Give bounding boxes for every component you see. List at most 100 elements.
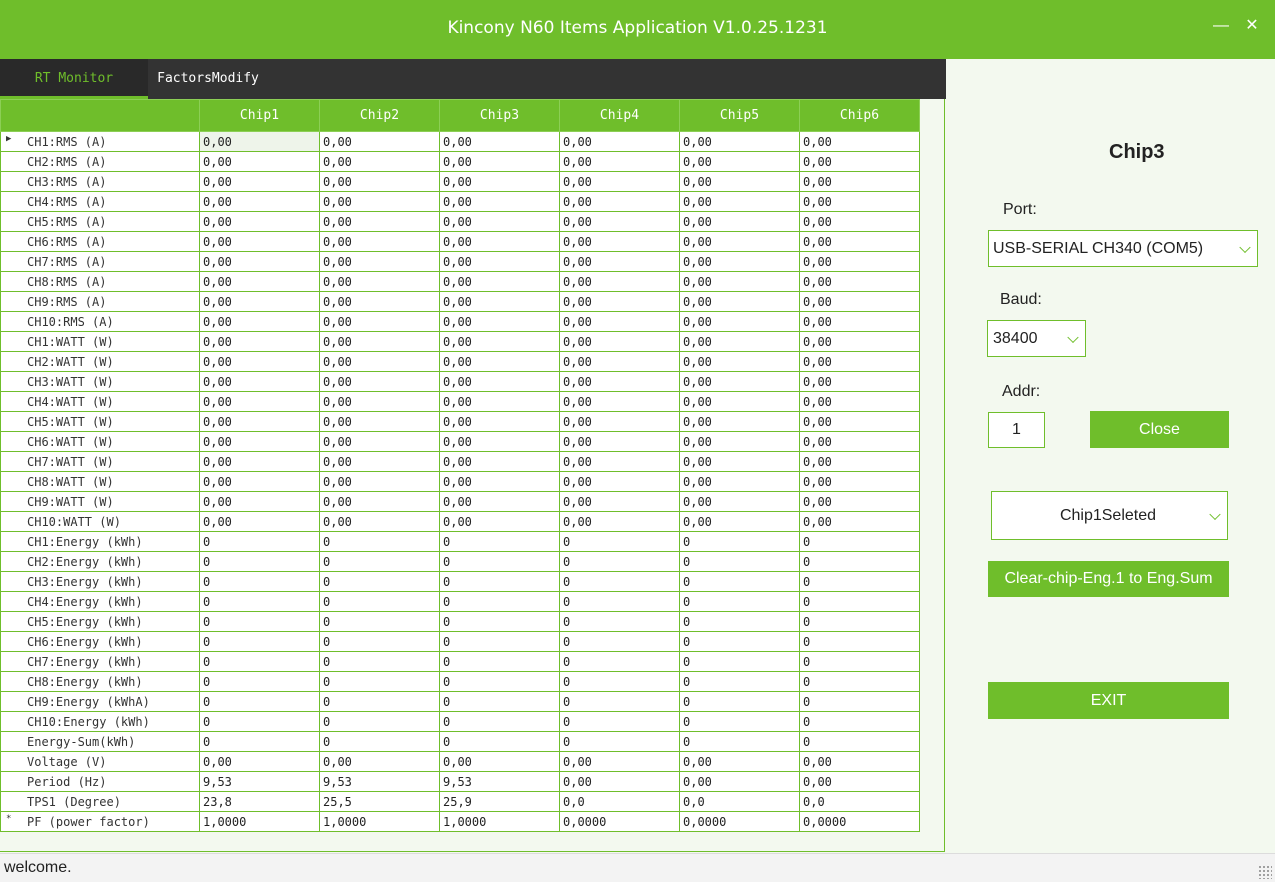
table-cell[interactable]: 0	[439, 651, 560, 672]
table-cell[interactable]: 25,9	[439, 791, 560, 812]
table-cell[interactable]: 0	[319, 571, 440, 592]
table-cell[interactable]: 0,00	[679, 351, 800, 372]
row-header-cell[interactable]: Period (Hz)	[0, 771, 200, 792]
table-cell[interactable]: 0,00	[199, 311, 320, 332]
row-header-cell[interactable]: CH9:WATT (W)	[0, 491, 200, 512]
table-cell[interactable]: 0,00	[799, 191, 920, 212]
table-cell[interactable]: 0	[439, 571, 560, 592]
row-header-cell[interactable]: CH3:RMS (A)	[0, 171, 200, 192]
table-cell[interactable]: 0,00	[319, 291, 440, 312]
chip-select[interactable]: Chip1Seleted	[991, 491, 1228, 540]
table-cell[interactable]: 0,00	[559, 131, 680, 152]
row-header-cell[interactable]: CH7:Energy (kWh)	[0, 651, 200, 672]
table-cell[interactable]: 0,0000	[799, 811, 920, 832]
table-cell[interactable]: 0,00	[319, 511, 440, 532]
table-row[interactable]: CH8:RMS (A) 0,00 0,00 0,00 0,00 0,00 0,00	[0, 271, 920, 292]
table-cell[interactable]: 0,00	[679, 271, 800, 292]
row-header-cell[interactable]: CH9:RMS (A)	[0, 291, 200, 312]
table-cell[interactable]: 0,00	[199, 151, 320, 172]
table-row[interactable]: CH8:Energy (kWh) 0 0 0 0 0 0	[0, 671, 920, 692]
table-cell[interactable]: 0	[559, 671, 680, 692]
table-row[interactable]: CH6:RMS (A) 0,00 0,00 0,00 0,00 0,00 0,00	[0, 231, 920, 252]
table-cell[interactable]: 0,00	[439, 311, 560, 332]
table-cell[interactable]: 0,00	[679, 771, 800, 792]
table-cell[interactable]: 0,00	[799, 511, 920, 532]
row-header-cell[interactable]: CH2:WATT (W)	[0, 351, 200, 372]
table-cell[interactable]: 0	[439, 671, 560, 692]
table-cell[interactable]: 1,0000	[439, 811, 560, 832]
table-row[interactable]: CH5:Energy (kWh) 0 0 0 0 0 0	[0, 611, 920, 632]
table-cell[interactable]: 0	[199, 611, 320, 632]
table-cell[interactable]: 0,00	[559, 491, 680, 512]
table-cell[interactable]: 0	[319, 531, 440, 552]
row-header-cell[interactable]: ▶ CH1:RMS (A)	[0, 131, 200, 152]
table-cell[interactable]: 0,00	[199, 331, 320, 352]
table-row[interactable]: CH3:WATT (W) 0,00 0,00 0,00 0,00 0,00 0,00	[0, 371, 920, 392]
table-cell[interactable]: 0,00	[439, 451, 560, 472]
table-cell[interactable]: 0,00	[439, 371, 560, 392]
row-header-cell[interactable]: CH6:WATT (W)	[0, 431, 200, 452]
table-cell[interactable]: 0,00	[199, 171, 320, 192]
table-cell[interactable]: 0	[199, 691, 320, 712]
table-row[interactable]: CH3:RMS (A) 0,00 0,00 0,00 0,00 0,00 0,00	[0, 171, 920, 192]
table-cell[interactable]: 0,00	[679, 451, 800, 472]
table-row[interactable]: * PF (power factor) 1,0000 1,0000 1,0000 0,00…	[0, 811, 920, 832]
table-cell[interactable]: 0	[679, 591, 800, 612]
table-cell[interactable]: 0,0	[679, 791, 800, 812]
addr-input[interactable]: 1	[988, 412, 1045, 448]
table-row[interactable]: CH7:RMS (A) 0,00 0,00 0,00 0,00 0,00 0,00	[0, 251, 920, 272]
table-cell[interactable]: 0,00	[679, 251, 800, 272]
table-cell[interactable]: 0,00	[319, 471, 440, 492]
table-cell[interactable]: 0,0	[559, 791, 680, 812]
row-header-cell[interactable]: CH2:Energy (kWh)	[0, 551, 200, 572]
tab-rt-monitor[interactable]: RT Monitor	[0, 59, 148, 99]
table-cell[interactable]: 0	[319, 671, 440, 692]
table-cell[interactable]: 0,00	[559, 391, 680, 412]
table-cell[interactable]: 0,00	[319, 751, 440, 772]
table-cell[interactable]: 0,00	[199, 231, 320, 252]
table-cell[interactable]: 0	[559, 611, 680, 632]
table-cell[interactable]: 0,00	[799, 331, 920, 352]
table-cell[interactable]: 0,00	[799, 491, 920, 512]
table-cell[interactable]: 0,00	[559, 171, 680, 192]
table-cell[interactable]: 0	[679, 651, 800, 672]
table-cell[interactable]: 0	[319, 711, 440, 732]
table-cell[interactable]: 0,00	[319, 231, 440, 252]
table-cell[interactable]: 0	[799, 531, 920, 552]
table-cell[interactable]: 0,00	[679, 331, 800, 352]
table-cell[interactable]: 0,00	[799, 171, 920, 192]
table-cell[interactable]: 0	[799, 611, 920, 632]
row-header-cell[interactable]: CH4:WATT (W)	[0, 391, 200, 412]
table-row[interactable]: CH7:WATT (W) 0,00 0,00 0,00 0,00 0,00 0,00	[0, 451, 920, 472]
table-cell[interactable]: 0,00	[799, 351, 920, 372]
table-row[interactable]: CH5:RMS (A) 0,00 0,00 0,00 0,00 0,00 0,00	[0, 211, 920, 232]
table-cell[interactable]: 0	[799, 591, 920, 612]
table-cell[interactable]: 0,00	[559, 351, 680, 372]
table-row[interactable]: CH4:Energy (kWh) 0 0 0 0 0 0	[0, 591, 920, 612]
table-cell[interactable]: 0,00	[439, 171, 560, 192]
table-cell[interactable]: 0	[319, 591, 440, 612]
table-cell[interactable]: 9,53	[439, 771, 560, 792]
table-cell[interactable]: 0	[559, 731, 680, 752]
row-header-cell[interactable]: CH10:Energy (kWh)	[0, 711, 200, 732]
table-cell[interactable]: 0,00	[679, 131, 800, 152]
row-header-cell[interactable]: CH5:Energy (kWh)	[0, 611, 200, 632]
table-cell[interactable]: 0	[439, 711, 560, 732]
table-cell[interactable]: 0,00	[439, 391, 560, 412]
table-cell[interactable]: 0	[199, 531, 320, 552]
table-cell[interactable]: 0,00	[799, 231, 920, 252]
table-cell[interactable]: 0	[199, 671, 320, 692]
table-cell[interactable]: 0,00	[799, 151, 920, 172]
table-cell[interactable]: 0	[199, 711, 320, 732]
table-cell[interactable]: 0,00	[199, 431, 320, 452]
table-cell[interactable]: 0,00	[439, 271, 560, 292]
row-header-cell[interactable]: TPS1 (Degree)	[0, 791, 200, 812]
table-cell[interactable]: 0,00	[319, 171, 440, 192]
table-cell[interactable]: 0,00	[199, 211, 320, 232]
table-cell[interactable]: 0	[679, 631, 800, 652]
table-cell[interactable]: 0	[799, 671, 920, 692]
table-cell[interactable]: 0,00	[439, 431, 560, 452]
table-row[interactable]: CH8:WATT (W) 0,00 0,00 0,00 0,00 0,00 0,00	[0, 471, 920, 492]
table-row[interactable]: CH10:Energy (kWh) 0 0 0 0 0 0	[0, 711, 920, 732]
tab-factors-modify[interactable]: FactorsModify	[148, 59, 268, 99]
